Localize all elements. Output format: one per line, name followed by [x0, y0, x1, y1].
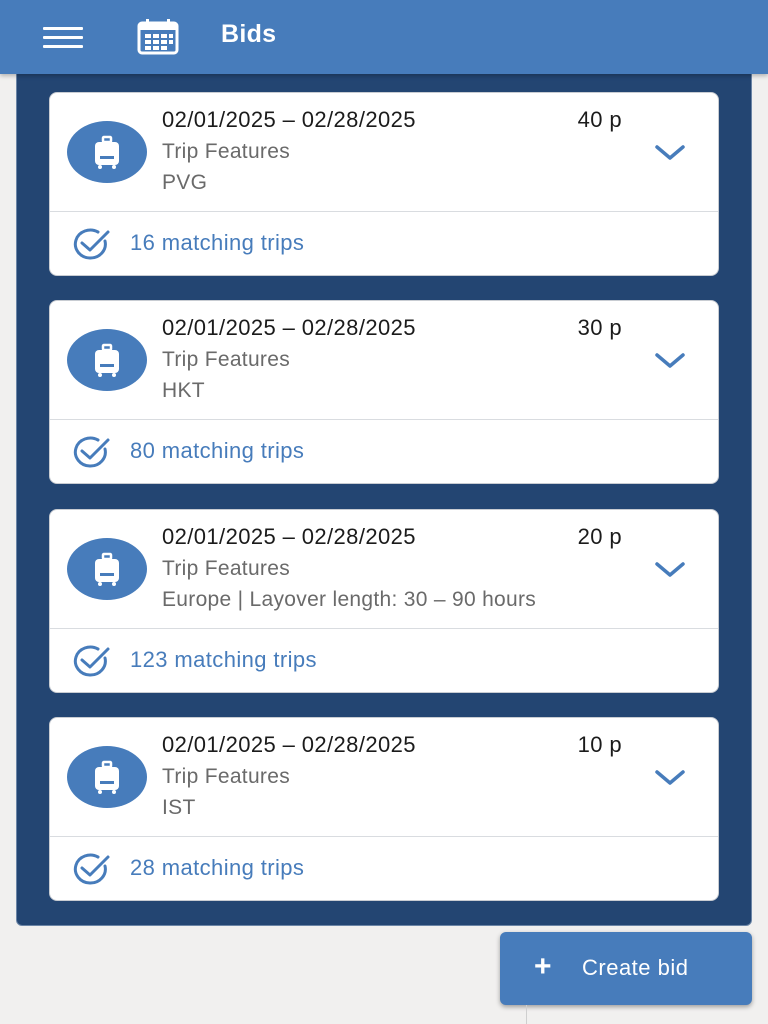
plus-icon: + [534, 950, 552, 983]
check-circle-icon [72, 853, 112, 890]
suitcase-icon [95, 343, 119, 377]
matching-trips-text: 80 matching trips [130, 438, 305, 463]
bid-detail: IST [162, 796, 196, 819]
matching-trips-row[interactable]: 28 matching trips [50, 837, 718, 900]
chevron-down-icon[interactable] [654, 141, 686, 165]
trip-features-label: Trip Features [162, 348, 290, 371]
matching-trips-text: 28 matching trips [130, 855, 305, 880]
bid-date-range: 02/01/2025 – 02/28/2025 [162, 524, 416, 549]
check-circle-icon [72, 228, 112, 265]
bid-card-header[interactable]: 02/01/2025 – 02/28/2025 10 p Trip Featur… [50, 718, 718, 836]
bid-points: 10 p [577, 732, 622, 757]
top-app-bar: Bids [0, 0, 768, 74]
bid-detail: PVG [162, 171, 208, 194]
bid-date-range: 02/01/2025 – 02/28/2025 [162, 107, 416, 132]
matching-trips-text: 16 matching trips [130, 230, 305, 255]
bid-card-header[interactable]: 02/01/2025 – 02/28/2025 30 p Trip Featur… [50, 301, 718, 419]
suitcase-avatar [67, 746, 147, 808]
trip-features-label: Trip Features [162, 140, 290, 163]
bid-card: 02/01/2025 – 02/28/2025 20 p Trip Featur… [49, 509, 719, 693]
create-bid-label: Create bid [582, 955, 689, 980]
check-circle-icon [72, 645, 112, 682]
hamburger-menu-icon[interactable] [40, 22, 86, 52]
suitcase-avatar [67, 121, 147, 183]
matching-trips-row[interactable]: 16 matching trips [50, 212, 718, 275]
bid-card: 02/01/2025 – 02/28/2025 40 p Trip Featur… [49, 92, 719, 276]
matching-trips-text: 123 matching trips [130, 647, 317, 672]
bid-points: 20 p [577, 524, 622, 549]
page-title: Bids [221, 20, 277, 48]
create-bid-button[interactable]: + Create bid [500, 932, 752, 1005]
suitcase-avatar [67, 538, 147, 600]
bid-card-header[interactable]: 02/01/2025 – 02/28/2025 40 p Trip Featur… [50, 93, 718, 211]
bid-date-range: 02/01/2025 – 02/28/2025 [162, 732, 416, 757]
bid-detail: Europe | Layover length: 30 – 90 hours [162, 588, 537, 611]
suitcase-icon [95, 135, 119, 169]
divider [526, 1005, 527, 1024]
bid-detail: HKT [162, 379, 205, 402]
bid-points: 40 p [577, 107, 622, 132]
bid-date-range: 02/01/2025 – 02/28/2025 [162, 315, 416, 340]
suitcase-icon [95, 552, 119, 586]
trip-features-label: Trip Features [162, 557, 290, 580]
bid-card-header[interactable]: 02/01/2025 – 02/28/2025 20 p Trip Featur… [50, 510, 718, 628]
calendar-icon[interactable] [136, 18, 180, 56]
chevron-down-icon[interactable] [654, 349, 686, 373]
bid-points: 30 p [577, 315, 622, 340]
chevron-down-icon[interactable] [654, 766, 686, 790]
trip-features-label: Trip Features [162, 765, 290, 788]
matching-trips-row[interactable]: 123 matching trips [50, 629, 718, 692]
bid-card: 02/01/2025 – 02/28/2025 10 p Trip Featur… [49, 717, 719, 901]
suitcase-icon [95, 760, 119, 794]
suitcase-avatar [67, 329, 147, 391]
bid-card: 02/01/2025 – 02/28/2025 30 p Trip Featur… [49, 300, 719, 484]
chevron-down-icon[interactable] [654, 558, 686, 582]
matching-trips-row[interactable]: 80 matching trips [50, 420, 718, 483]
check-circle-icon [72, 436, 112, 473]
